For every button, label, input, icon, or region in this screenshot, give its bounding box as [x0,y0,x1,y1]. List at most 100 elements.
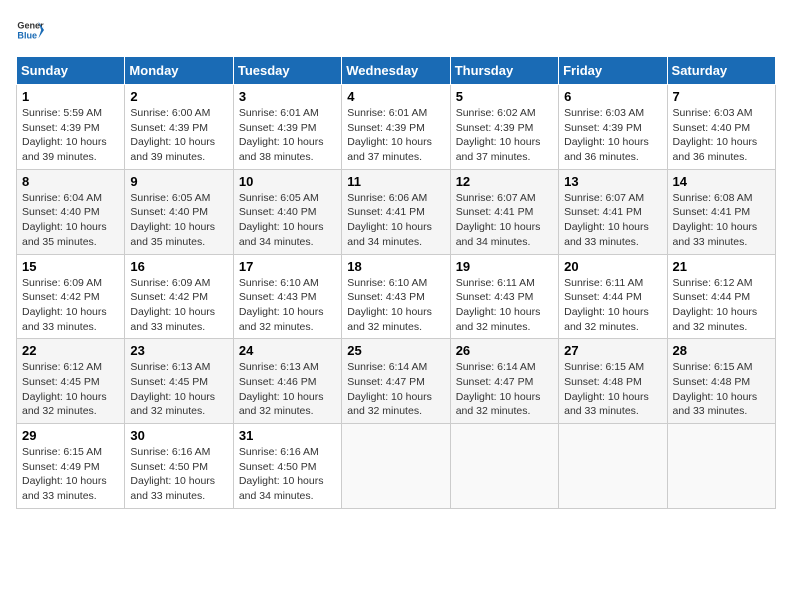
day-number: 3 [239,89,336,104]
calendar-cell: 24Sunrise: 6:13 AMSunset: 4:46 PMDayligh… [233,339,341,424]
cell-details: Sunrise: 6:16 AMSunset: 4:50 PMDaylight:… [130,445,227,504]
day-number: 28 [673,343,770,358]
calendar-cell: 25 Sunrise: 6:14 AMSunset: 4:47 PMDayligh… [342,339,450,424]
day-number: 27 [564,343,661,358]
calendar-header-monday: Monday [125,57,233,85]
calendar-header-tuesday: Tuesday [233,57,341,85]
cell-details: Sunrise: 6:15 AMSunset: 4:49 PMDaylight:… [22,445,119,504]
calendar-cell: 9 Sunrise: 6:05 AMSunset: 4:40 PMDaylight… [125,169,233,254]
cell-details: Sunrise: 6:11 AMSunset: 4:43 PMDaylight:… [456,276,553,335]
cell-details: Sunrise: 6:14 AMSunset: 4:47 PMDaylight:… [347,360,444,419]
calendar-cell: 4 Sunrise: 6:01 AMSunset: 4:39 PMDaylight… [342,85,450,170]
cell-details: Sunrise: 6:13 AMSunset: 4:46 PMDaylight:… [239,360,336,419]
calendar-cell: 1 Sunrise: 5:59 AMSunset: 4:39 PMDaylight… [17,85,125,170]
day-number: 13 [564,174,661,189]
day-number: 1 [22,89,119,104]
calendar-cell [342,424,450,509]
calendar-cell: 8 Sunrise: 6:04 AMSunset: 4:40 PMDaylight… [17,169,125,254]
calendar-cell: 15Sunrise: 6:09 AMSunset: 4:42 PMDayligh… [17,254,125,339]
calendar-cell: 29 Sunrise: 6:15 AMSunset: 4:49 PMDayligh… [17,424,125,509]
day-number: 26 [456,343,553,358]
calendar-cell [450,424,558,509]
day-number: 14 [673,174,770,189]
calendar-week-row: 29 Sunrise: 6:15 AMSunset: 4:49 PMDayligh… [17,424,776,509]
cell-details: Sunrise: 6:00 AMSunset: 4:39 PMDaylight:… [130,106,227,165]
calendar-cell: 18Sunrise: 6:10 AMSunset: 4:43 PMDayligh… [342,254,450,339]
cell-details: Sunrise: 6:07 AMSunset: 4:41 PMDaylight:… [456,191,553,250]
calendar-cell: 5 Sunrise: 6:02 AMSunset: 4:39 PMDaylight… [450,85,558,170]
day-number: 8 [22,174,119,189]
calendar-cell: 6 Sunrise: 6:03 AMSunset: 4:39 PMDaylight… [559,85,667,170]
calendar-week-row: 15Sunrise: 6:09 AMSunset: 4:42 PMDayligh… [17,254,776,339]
calendar-cell: 19 Sunrise: 6:11 AMSunset: 4:43 PMDayligh… [450,254,558,339]
calendar-cell: 23 Sunrise: 6:13 AMSunset: 4:45 PMDayligh… [125,339,233,424]
cell-details: Sunrise: 6:03 AMSunset: 4:39 PMDaylight:… [564,106,661,165]
day-number: 23 [130,343,227,358]
day-number: 20 [564,259,661,274]
cell-details: Sunrise: 6:13 AMSunset: 4:45 PMDaylight:… [130,360,227,419]
calendar-header-wednesday: Wednesday [342,57,450,85]
calendar-cell: 28Sunrise: 6:15 AMSunset: 4:48 PMDayligh… [667,339,775,424]
cell-details: Sunrise: 6:04 AMSunset: 4:40 PMDaylight:… [22,191,119,250]
cell-details: Sunrise: 6:15 AMSunset: 4:48 PMDaylight:… [564,360,661,419]
day-number: 21 [673,259,770,274]
cell-details: Sunrise: 6:16 AMSunset: 4:50 PMDaylight:… [239,445,336,504]
cell-details: Sunrise: 6:05 AMSunset: 4:40 PMDaylight:… [130,191,227,250]
cell-details: Sunrise: 6:03 AMSunset: 4:40 PMDaylight:… [673,106,770,165]
cell-details: Sunrise: 6:12 AMSunset: 4:45 PMDaylight:… [22,360,119,419]
day-number: 30 [130,428,227,443]
day-number: 18 [347,259,444,274]
calendar-cell: 3 Sunrise: 6:01 AMSunset: 4:39 PMDaylight… [233,85,341,170]
day-number: 16 [130,259,227,274]
calendar-cell: 21 Sunrise: 6:12 AMSunset: 4:44 PMDayligh… [667,254,775,339]
day-number: 12 [456,174,553,189]
calendar-header-thursday: Thursday [450,57,558,85]
cell-details: Sunrise: 6:09 AMSunset: 4:42 PMDaylight:… [22,276,119,335]
cell-details: Sunrise: 6:10 AMSunset: 4:43 PMDaylight:… [239,276,336,335]
calendar-cell: 14 Sunrise: 6:08 AMSunset: 4:41 PMDayligh… [667,169,775,254]
calendar-cell [559,424,667,509]
logo-icon: General Blue [16,16,44,44]
day-number: 11 [347,174,444,189]
cell-details: Sunrise: 6:12 AMSunset: 4:44 PMDaylight:… [673,276,770,335]
cell-details: Sunrise: 6:06 AMSunset: 4:41 PMDaylight:… [347,191,444,250]
calendar-table: SundayMondayTuesdayWednesdayThursdayFrid… [16,56,776,509]
cell-details: Sunrise: 6:01 AMSunset: 4:39 PMDaylight:… [347,106,444,165]
cell-details: Sunrise: 5:59 AMSunset: 4:39 PMDaylight:… [22,106,119,165]
day-number: 6 [564,89,661,104]
calendar-cell: 12 Sunrise: 6:07 AMSunset: 4:41 PMDayligh… [450,169,558,254]
calendar-cell: 11 Sunrise: 6:06 AMSunset: 4:41 PMDayligh… [342,169,450,254]
day-number: 10 [239,174,336,189]
cell-details: Sunrise: 6:05 AMSunset: 4:40 PMDaylight:… [239,191,336,250]
calendar-week-row: 1 Sunrise: 5:59 AMSunset: 4:39 PMDaylight… [17,85,776,170]
calendar-cell: 31 Sunrise: 6:16 AMSunset: 4:50 PMDayligh… [233,424,341,509]
calendar-week-row: 22 Sunrise: 6:12 AMSunset: 4:45 PMDayligh… [17,339,776,424]
calendar-header-sunday: Sunday [17,57,125,85]
calendar-week-row: 8 Sunrise: 6:04 AMSunset: 4:40 PMDaylight… [17,169,776,254]
day-number: 25 [347,343,444,358]
cell-details: Sunrise: 6:09 AMSunset: 4:42 PMDaylight:… [130,276,227,335]
calendar-cell: 10 Sunrise: 6:05 AMSunset: 4:40 PMDayligh… [233,169,341,254]
page-header: General Blue [16,16,776,44]
day-number: 19 [456,259,553,274]
day-number: 2 [130,89,227,104]
cell-details: Sunrise: 6:02 AMSunset: 4:39 PMDaylight:… [456,106,553,165]
day-number: 5 [456,89,553,104]
calendar-cell: 26 Sunrise: 6:14 AMSunset: 4:47 PMDayligh… [450,339,558,424]
day-number: 9 [130,174,227,189]
day-number: 29 [22,428,119,443]
calendar-cell: 20 Sunrise: 6:11 AMSunset: 4:44 PMDayligh… [559,254,667,339]
calendar-header-friday: Friday [559,57,667,85]
calendar-cell: 22 Sunrise: 6:12 AMSunset: 4:45 PMDayligh… [17,339,125,424]
day-number: 31 [239,428,336,443]
cell-details: Sunrise: 6:14 AMSunset: 4:47 PMDaylight:… [456,360,553,419]
calendar-cell [667,424,775,509]
logo: General Blue [16,16,48,44]
svg-text:Blue: Blue [17,30,37,40]
cell-details: Sunrise: 6:11 AMSunset: 4:44 PMDaylight:… [564,276,661,335]
cell-details: Sunrise: 6:08 AMSunset: 4:41 PMDaylight:… [673,191,770,250]
day-number: 22 [22,343,119,358]
cell-details: Sunrise: 6:01 AMSunset: 4:39 PMDaylight:… [239,106,336,165]
day-number: 4 [347,89,444,104]
calendar-cell: 7Sunrise: 6:03 AMSunset: 4:40 PMDaylight… [667,85,775,170]
